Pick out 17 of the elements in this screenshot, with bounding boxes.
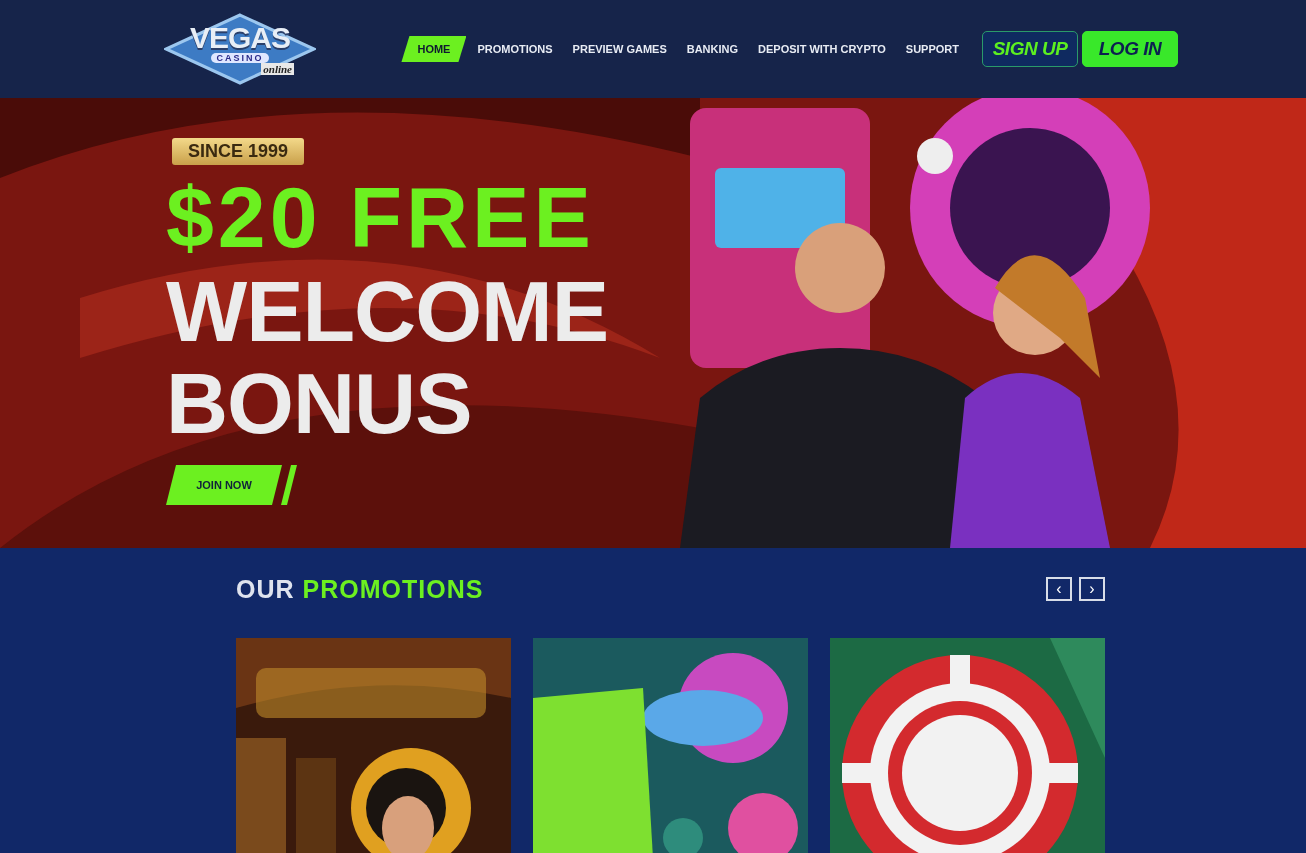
join-now-button[interactable]: JOIN NOW bbox=[166, 465, 282, 505]
nav-link[interactable]: PREVIEW GAMES bbox=[563, 37, 676, 61]
nav-link[interactable]: DEPOSIT WITH CRYPTO bbox=[749, 37, 895, 61]
subheadline: WELCOME bbox=[166, 265, 609, 357]
nav-link[interactable]: BANKING bbox=[677, 37, 748, 61]
log-in-button[interactable]: LOG IN bbox=[1082, 31, 1178, 67]
section-title: OUR PROMOTIONS bbox=[236, 574, 484, 604]
subheadline: BONUS bbox=[166, 357, 472, 449]
since-ribbon: SINCE 1999 bbox=[172, 138, 305, 165]
headline: $20 FREE bbox=[166, 169, 595, 265]
sign-up-button[interactable]: SIGN UP bbox=[982, 31, 1078, 67]
logo[interactable]: VEGAS CASINO online bbox=[164, 13, 316, 85]
nav-link[interactable]: HOME bbox=[401, 36, 467, 62]
nav-link[interactable]: SUPPORT bbox=[896, 37, 968, 61]
previous-button[interactable]: ‹ bbox=[1046, 577, 1072, 601]
nav-link[interactable]: PROMOTIONS bbox=[468, 37, 562, 61]
next-button[interactable]: › bbox=[1079, 577, 1105, 601]
